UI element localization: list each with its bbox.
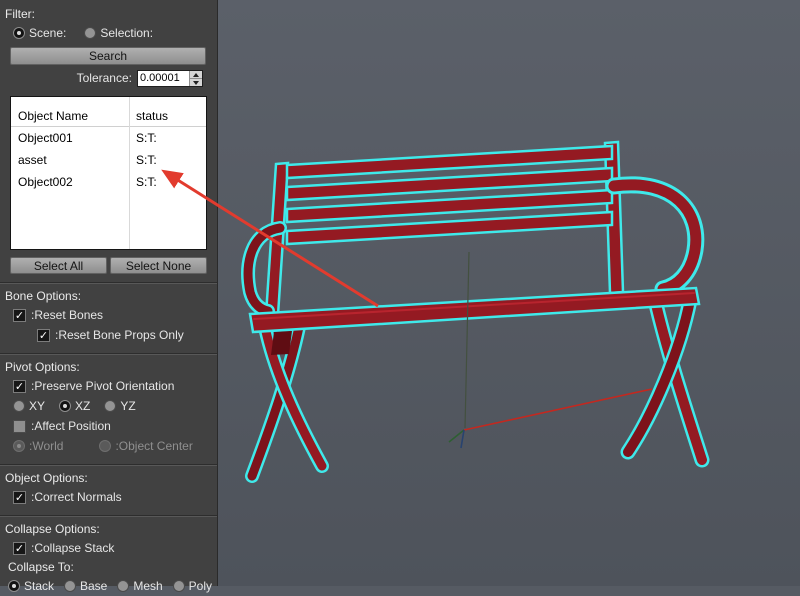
- reset-bones-checkbox[interactable]: [13, 308, 26, 322]
- section-divider: [0, 464, 217, 466]
- section-divider: [0, 353, 217, 355]
- object-list-header: Object Name status: [11, 97, 206, 127]
- list-item[interactable]: Object001 S:T:: [11, 127, 206, 149]
- affect-position-label: :Affect Position: [31, 419, 111, 433]
- object-status: S:T:: [136, 153, 157, 167]
- collapse-poly-radio[interactable]: [172, 580, 185, 592]
- object-name: Object001: [18, 131, 73, 145]
- object-options-title: Object Options:: [5, 471, 88, 485]
- xz-radio-label: XZ: [75, 399, 91, 413]
- preserve-pivot-checkbox[interactable]: [13, 379, 26, 393]
- reset-bone-props-label: :Reset Bone Props Only: [55, 328, 184, 342]
- object-name: Object002: [18, 175, 73, 189]
- world-radio-label: :World: [29, 439, 64, 453]
- viewport[interactable]: [218, 0, 800, 586]
- collapse-base-radio-label: Base: [80, 579, 108, 593]
- tolerance-label: Tolerance:: [76, 71, 132, 85]
- spinner-down-icon[interactable]: [190, 78, 202, 86]
- correct-normals-label: :Correct Normals: [31, 490, 122, 504]
- object-center-radio-label: :Object Center: [115, 439, 193, 453]
- yz-radio[interactable]: [104, 400, 117, 412]
- tolerance-spinner: [137, 69, 203, 87]
- bone-options-title: Bone Options:: [5, 289, 82, 303]
- scene-radio-label: Scene:: [29, 26, 67, 40]
- collapse-stack-label: :Collapse Stack: [31, 541, 115, 555]
- xz-radio[interactable]: [59, 400, 72, 412]
- tolerance-input[interactable]: [138, 70, 189, 86]
- correct-normals-checkbox[interactable]: [13, 490, 26, 504]
- collapse-stack-checkbox[interactable]: [13, 541, 26, 555]
- bench-seat-support: [271, 331, 292, 355]
- object-status: S:T:: [136, 131, 157, 145]
- yz-radio-label: YZ: [120, 399, 136, 413]
- world-radio[interactable]: [13, 440, 25, 452]
- collapse-base-radio[interactable]: [64, 580, 76, 592]
- object-list: Object Name status Object001 S:T: asset …: [10, 96, 207, 250]
- collapse-stack-radio-label: Stack: [24, 579, 55, 593]
- axis-y: [464, 251, 470, 429]
- bench-model[interactable]: [218, 0, 800, 586]
- select-none-button[interactable]: Select None: [110, 257, 207, 274]
- reset-bones-label: :Reset Bones: [31, 308, 104, 322]
- collapse-mesh-radio-label: Mesh: [133, 579, 163, 593]
- object-status: S:T:: [136, 175, 157, 189]
- xy-radio-label: XY: [29, 399, 46, 413]
- selection-radio-label: Selection:: [100, 26, 154, 40]
- collapse-poly-radio-label: Poly: [188, 579, 213, 593]
- bench-seat: [248, 286, 701, 334]
- list-item[interactable]: asset S:T:: [11, 149, 206, 171]
- object-name: asset: [18, 153, 47, 167]
- reset-bone-props-checkbox[interactable]: [37, 328, 50, 342]
- section-divider: [0, 282, 217, 284]
- pivot-options-title: Pivot Options:: [5, 360, 80, 374]
- search-button[interactable]: Search: [10, 47, 206, 65]
- affect-position-checkbox[interactable]: [13, 419, 26, 433]
- preserve-pivot-label: :Preserve Pivot Orientation: [31, 379, 175, 393]
- collapse-mesh-radio[interactable]: [117, 580, 130, 592]
- column-header-name[interactable]: Object Name: [11, 109, 129, 123]
- axis-x[interactable]: [463, 388, 653, 431]
- object-center-radio[interactable]: [99, 440, 112, 452]
- selection-radio[interactable]: [84, 27, 97, 39]
- tool-panel: Filter: Scene: Selection: Search Toleran…: [0, 0, 218, 593]
- spinner-up-icon[interactable]: [190, 70, 202, 79]
- collapse-stack-radio[interactable]: [8, 580, 20, 592]
- select-all-button[interactable]: Select All: [10, 257, 107, 274]
- column-header-status[interactable]: status: [129, 109, 206, 123]
- bench-armrest-right: [608, 179, 702, 295]
- collapse-to-label: Collapse To:: [8, 560, 74, 574]
- scene-radio[interactable]: [13, 27, 25, 39]
- list-item[interactable]: Object002 S:T:: [11, 171, 206, 193]
- xy-radio[interactable]: [13, 400, 25, 412]
- collapse-options-title: Collapse Options:: [5, 522, 100, 536]
- column-divider: [129, 97, 130, 249]
- section-divider: [0, 515, 217, 517]
- filter-title: Filter:: [5, 7, 35, 21]
